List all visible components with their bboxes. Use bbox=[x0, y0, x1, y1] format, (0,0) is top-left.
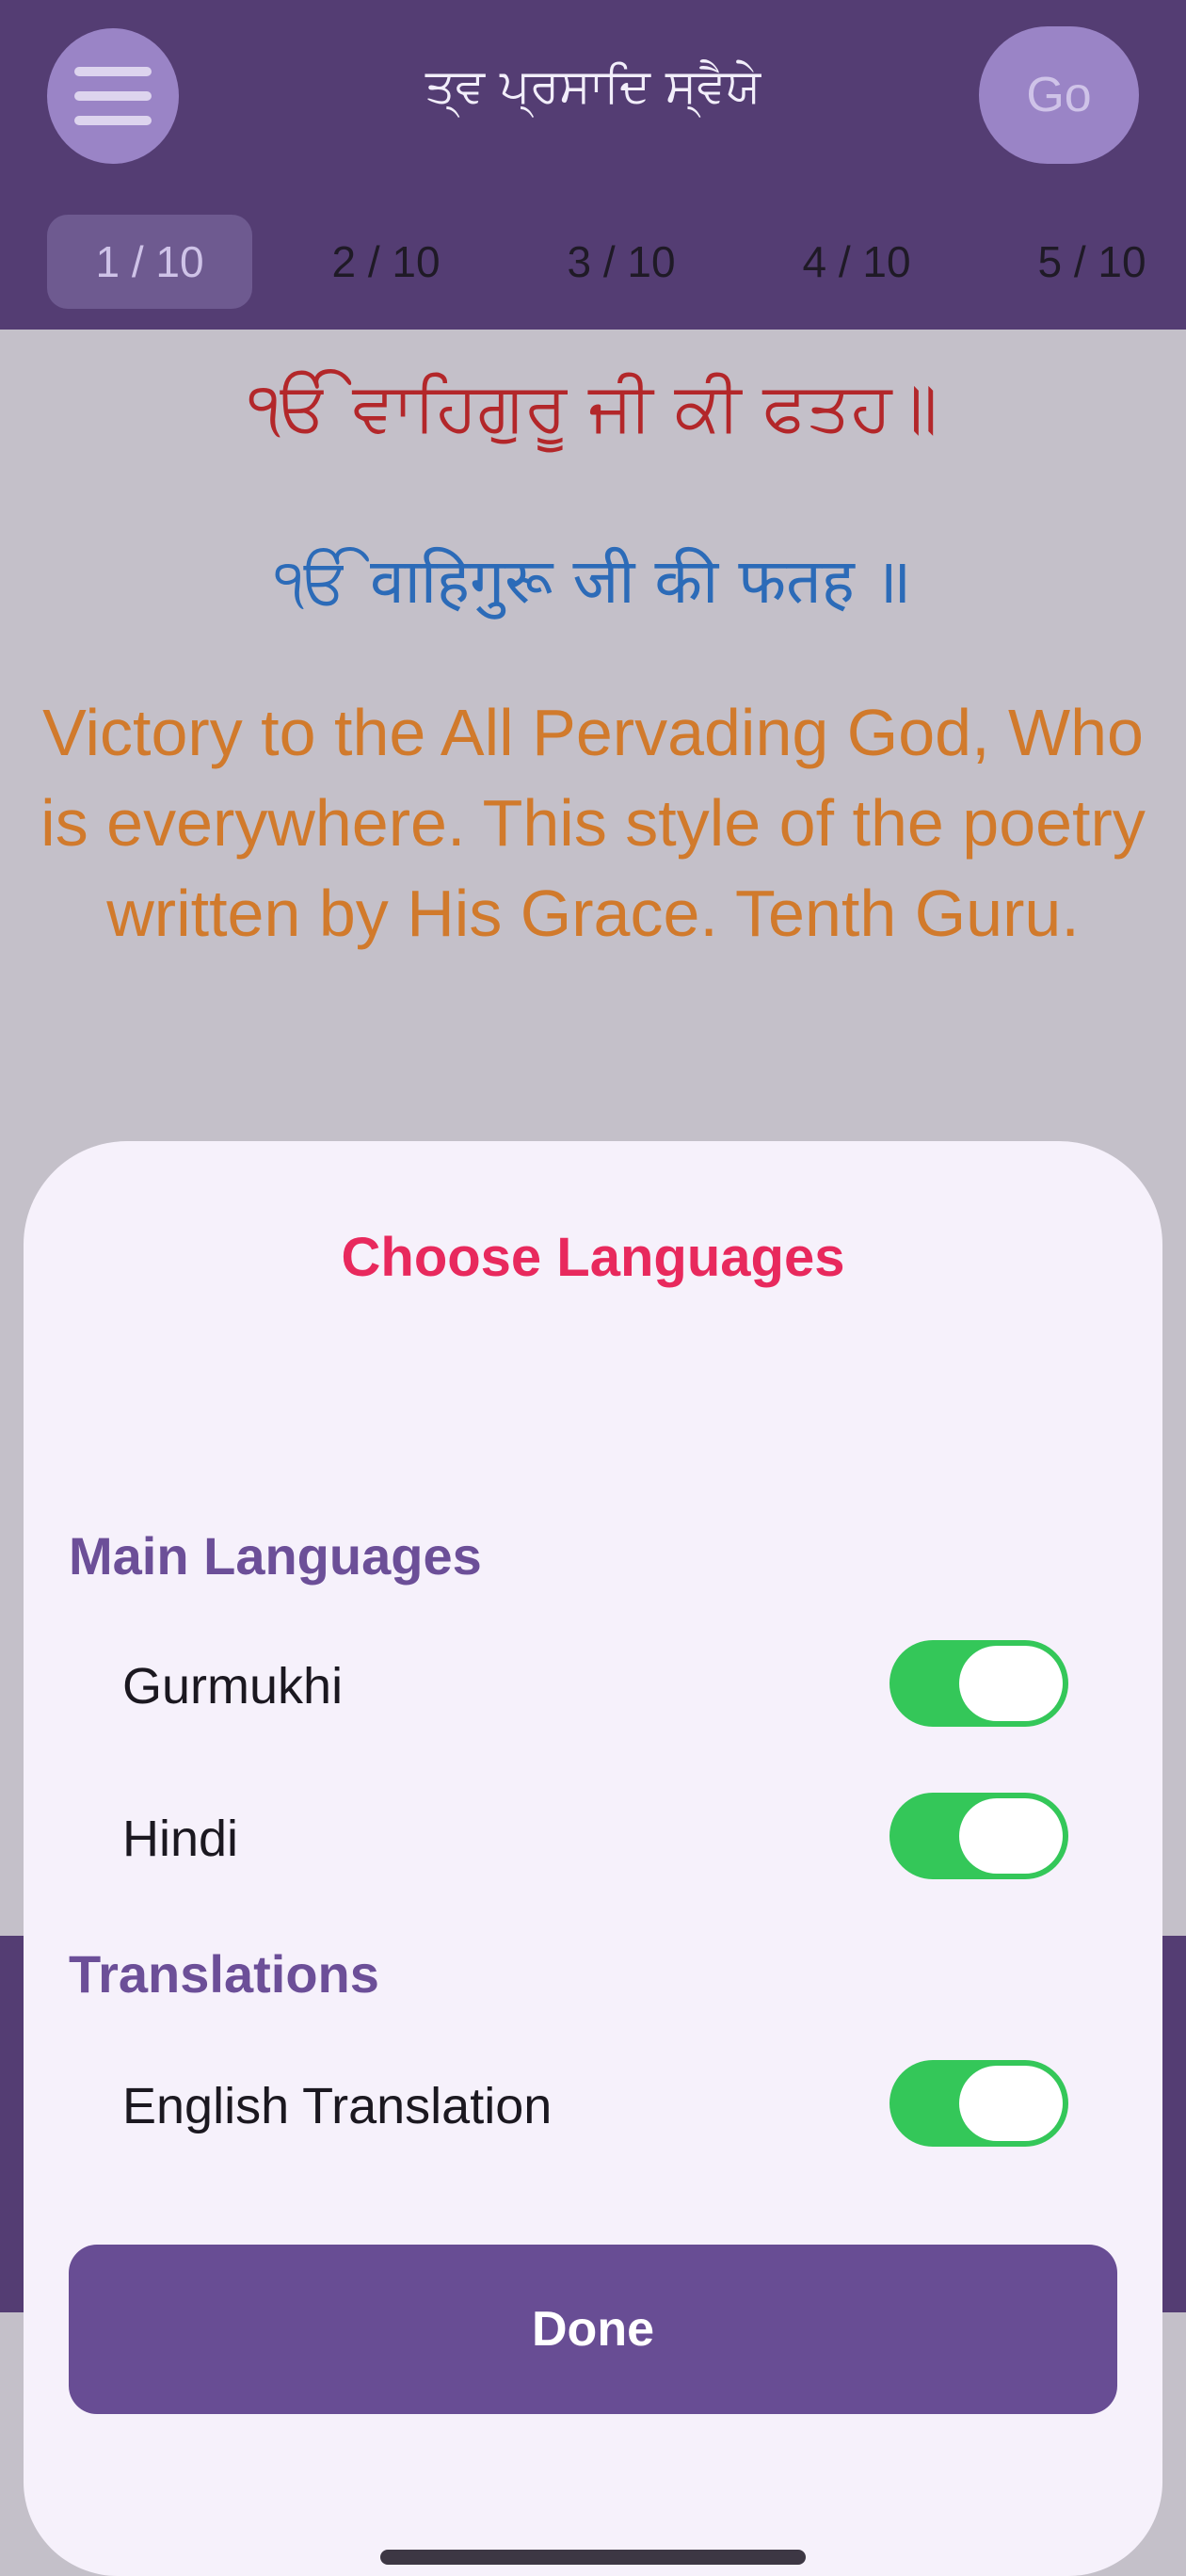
tab-3[interactable]: 3 / 10 bbox=[537, 215, 706, 309]
hindi-toggle[interactable] bbox=[890, 1793, 1068, 1879]
menu-bar-1 bbox=[74, 67, 152, 76]
main-languages-heading: Main Languages bbox=[69, 1526, 482, 1586]
english-translation-text: Victory to the All Pervading God, Who is… bbox=[40, 696, 1146, 950]
page-title: ਤ੍ਵ ਪ੍ਰਸਾਦਿ ਸ੍ਵੈਯੇ bbox=[425, 58, 761, 113]
top-header: ਤ੍ਵ ਪ੍ਰਸਾਦਿ ਸ੍ਵੈਯੇ Go 1 / 10 2 / 10 3 / … bbox=[0, 0, 1186, 330]
gurmukhi-label: Gurmukhi bbox=[122, 1658, 344, 1715]
gurmukhi-toggle[interactable] bbox=[890, 1640, 1068, 1727]
go-button[interactable]: Go bbox=[979, 26, 1139, 164]
sheet-title: Choose Languages bbox=[341, 1227, 845, 1288]
verse-tabs: 1 / 10 2 / 10 3 / 10 4 / 10 5 / 10 bbox=[0, 215, 1186, 309]
menu-bar-3 bbox=[74, 116, 152, 125]
hindi-label: Hindi bbox=[122, 1811, 239, 1867]
done-button[interactable]: Done bbox=[69, 2245, 1117, 2414]
app-screen: ਤ੍ਵ ਪ੍ਰਸਾਦਿ ਸ੍ਵੈਯੇ Go 1 / 10 2 / 10 3 / … bbox=[0, 0, 1186, 2576]
tab-4[interactable]: 4 / 10 bbox=[772, 215, 941, 309]
english-translation-label: English Translation bbox=[122, 2078, 553, 2134]
toggle-knob bbox=[959, 1798, 1063, 1874]
toggle-knob bbox=[959, 2066, 1063, 2141]
english-translation-toggle[interactable] bbox=[890, 2060, 1068, 2147]
gurmukhi-verse: ੴ ਵਾਹਿਗੁਰੂ ਜੀ ਕੀ ਫਤਹ॥ bbox=[248, 367, 938, 446]
tab-5[interactable]: 5 / 10 bbox=[1007, 215, 1177, 309]
home-indicator[interactable] bbox=[380, 2550, 806, 2565]
tab-2[interactable]: 2 / 10 bbox=[301, 215, 471, 309]
toggle-knob bbox=[959, 1646, 1063, 1721]
hamburger-menu-icon[interactable] bbox=[47, 28, 179, 164]
menu-bar-2 bbox=[74, 91, 152, 101]
tab-1[interactable]: 1 / 10 bbox=[47, 215, 252, 309]
choose-languages-sheet: Choose Languages Main Languages Gurmukhi… bbox=[24, 1141, 1162, 2576]
hindi-verse: ੴ वाहिगुरू जी की फतह ॥ bbox=[274, 545, 912, 618]
translations-heading: Translations bbox=[69, 1944, 379, 2004]
